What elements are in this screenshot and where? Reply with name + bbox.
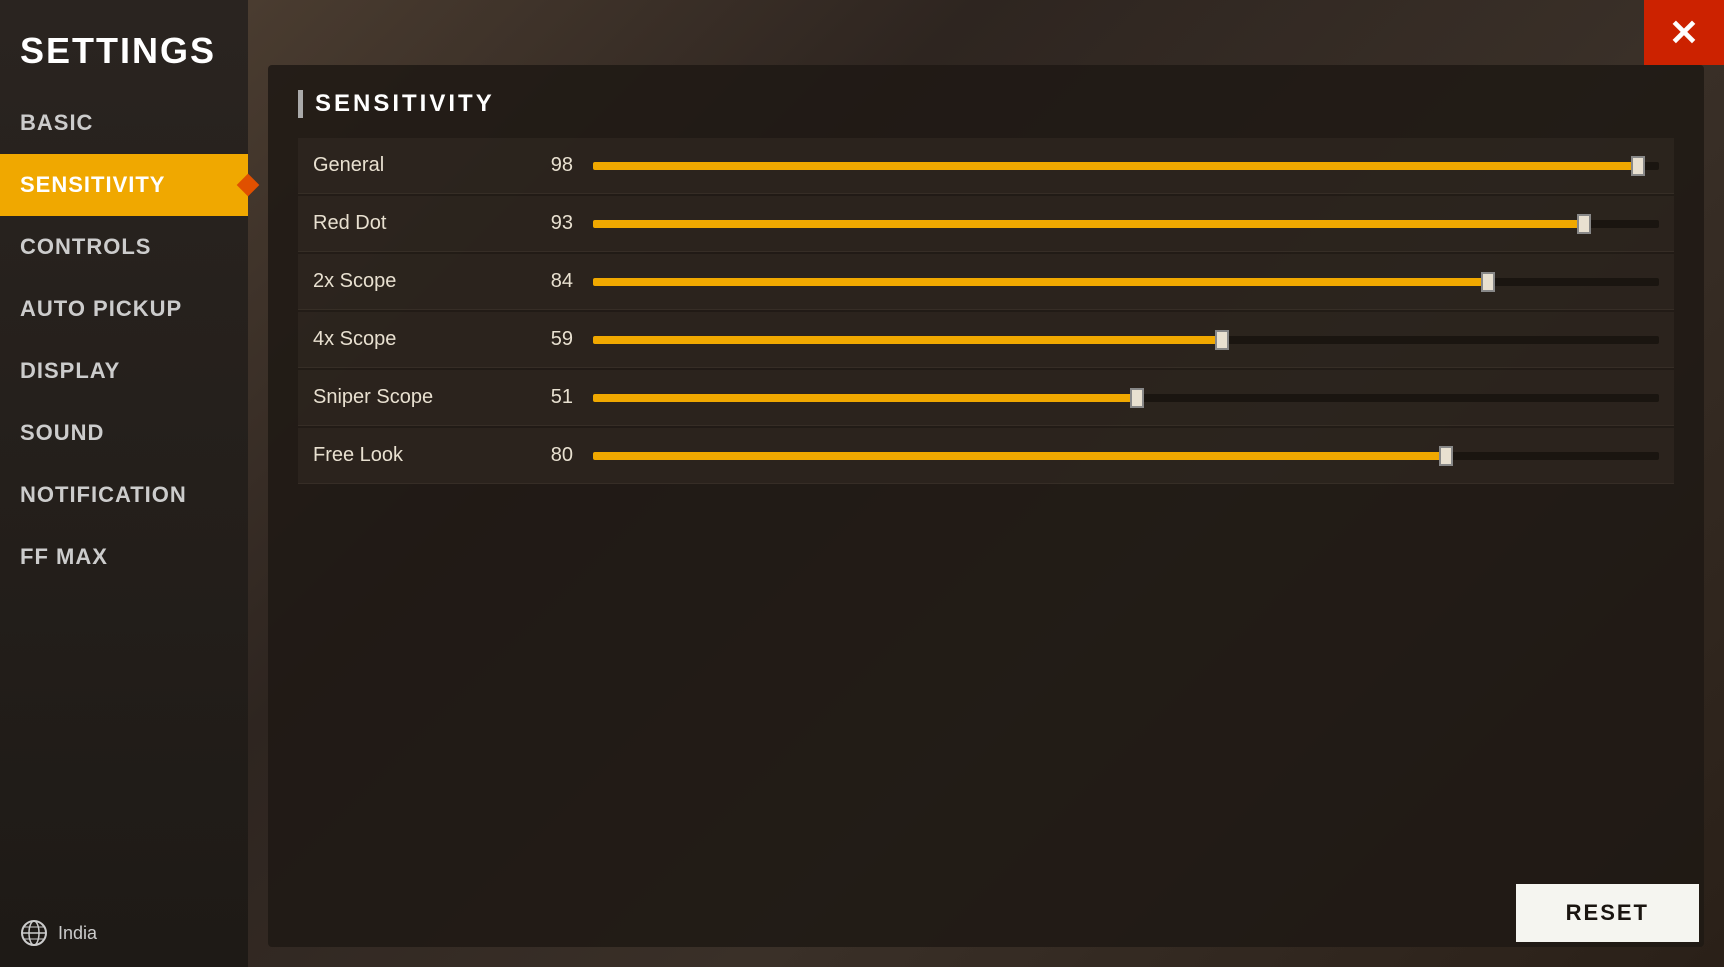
close-button[interactable]: ✕ <box>1644 0 1724 65</box>
region-label: India <box>58 923 97 944</box>
sidebar-item-sound[interactable]: SOUND <box>0 402 248 464</box>
section-header: SENSITIVITY <box>298 90 1674 118</box>
slider-thumb-free-look[interactable] <box>1439 446 1453 466</box>
slider-bg-red-dot <box>593 220 1659 228</box>
slider-bg-4x-scope <box>593 336 1659 344</box>
slider-row-general: General98 <box>298 138 1674 194</box>
sidebar-item-basic[interactable]: BASIC <box>0 92 248 154</box>
slider-track-red-dot[interactable] <box>593 214 1659 234</box>
sidebar-item-ff-max[interactable]: FF MAX <box>0 526 248 588</box>
slider-value-general: 98 <box>533 154 593 177</box>
sidebar-nav: BASICSENSITIVITYCONTROLSAUTO PICKUPDISPL… <box>0 92 248 899</box>
slider-bg-2x-scope <box>593 278 1659 286</box>
slider-label-red-dot: Red Dot <box>313 212 533 235</box>
slider-track-2x-scope[interactable] <box>593 272 1659 292</box>
slider-track-4x-scope[interactable] <box>593 330 1659 350</box>
slider-label-general: General <box>313 154 533 177</box>
slider-track-free-look[interactable] <box>593 446 1659 466</box>
sidebar-item-display[interactable]: DISPLAY <box>0 340 248 402</box>
slider-bg-general <box>593 162 1659 170</box>
slider-fill-2x-scope <box>593 278 1488 286</box>
slider-track-sniper-scope[interactable] <box>593 388 1659 408</box>
slider-bg-free-look <box>593 452 1659 460</box>
slider-fill-sniper-scope <box>593 394 1137 402</box>
slider-label-free-look: Free Look <box>313 444 533 467</box>
sidebar-item-auto-pickup[interactable]: AUTO PICKUP <box>0 278 248 340</box>
content-panel: SENSITIVITY General98Red Dot932x Scope84… <box>268 65 1704 947</box>
slider-value-red-dot: 93 <box>533 212 593 235</box>
slider-value-2x-scope: 84 <box>533 270 593 293</box>
slider-row-4x-scope: 4x Scope59 <box>298 312 1674 368</box>
slider-value-free-look: 80 <box>533 444 593 467</box>
sidebar-item-controls[interactable]: CONTROLS <box>0 216 248 278</box>
slider-fill-general <box>593 162 1638 170</box>
slider-thumb-general[interactable] <box>1631 156 1645 176</box>
slider-label-4x-scope: 4x Scope <box>313 328 533 351</box>
sidebar-item-notification[interactable]: NOTIFICATION <box>0 464 248 526</box>
sidebar-item-sensitivity[interactable]: SENSITIVITY <box>0 154 248 216</box>
slider-value-sniper-scope: 51 <box>533 386 593 409</box>
slider-label-2x-scope: 2x Scope <box>313 270 533 293</box>
sliders-list: General98Red Dot932x Scope844x Scope59Sn… <box>298 138 1674 484</box>
globe-icon <box>20 919 48 947</box>
slider-thumb-sniper-scope[interactable] <box>1130 388 1144 408</box>
slider-fill-4x-scope <box>593 336 1222 344</box>
main-panel: ✕ SENSITIVITY General98Red Dot932x Scope… <box>248 0 1724 967</box>
slider-row-free-look: Free Look80 <box>298 428 1674 484</box>
slider-fill-free-look <box>593 452 1446 460</box>
slider-thumb-2x-scope[interactable] <box>1481 272 1495 292</box>
slider-thumb-4x-scope[interactable] <box>1215 330 1229 350</box>
title-bar-decoration <box>298 90 303 118</box>
slider-row-2x-scope: 2x Scope84 <box>298 254 1674 310</box>
slider-row-sniper-scope: Sniper Scope51 <box>298 370 1674 426</box>
slider-track-general[interactable] <box>593 156 1659 176</box>
sidebar: SETTINGS BASICSENSITIVITYCONTROLSAUTO PI… <box>0 0 248 967</box>
settings-title: SETTINGS <box>0 0 248 92</box>
section-title-text: SENSITIVITY <box>315 90 495 118</box>
reset-button[interactable]: RESET <box>1516 884 1699 942</box>
slider-fill-red-dot <box>593 220 1584 228</box>
close-icon: ✕ <box>1669 15 1699 51</box>
slider-bg-sniper-scope <box>593 394 1659 402</box>
slider-row-red-dot: Red Dot93 <box>298 196 1674 252</box>
sidebar-footer: India <box>0 899 248 967</box>
slider-thumb-red-dot[interactable] <box>1577 214 1591 234</box>
slider-value-4x-scope: 59 <box>533 328 593 351</box>
slider-label-sniper-scope: Sniper Scope <box>313 386 533 409</box>
